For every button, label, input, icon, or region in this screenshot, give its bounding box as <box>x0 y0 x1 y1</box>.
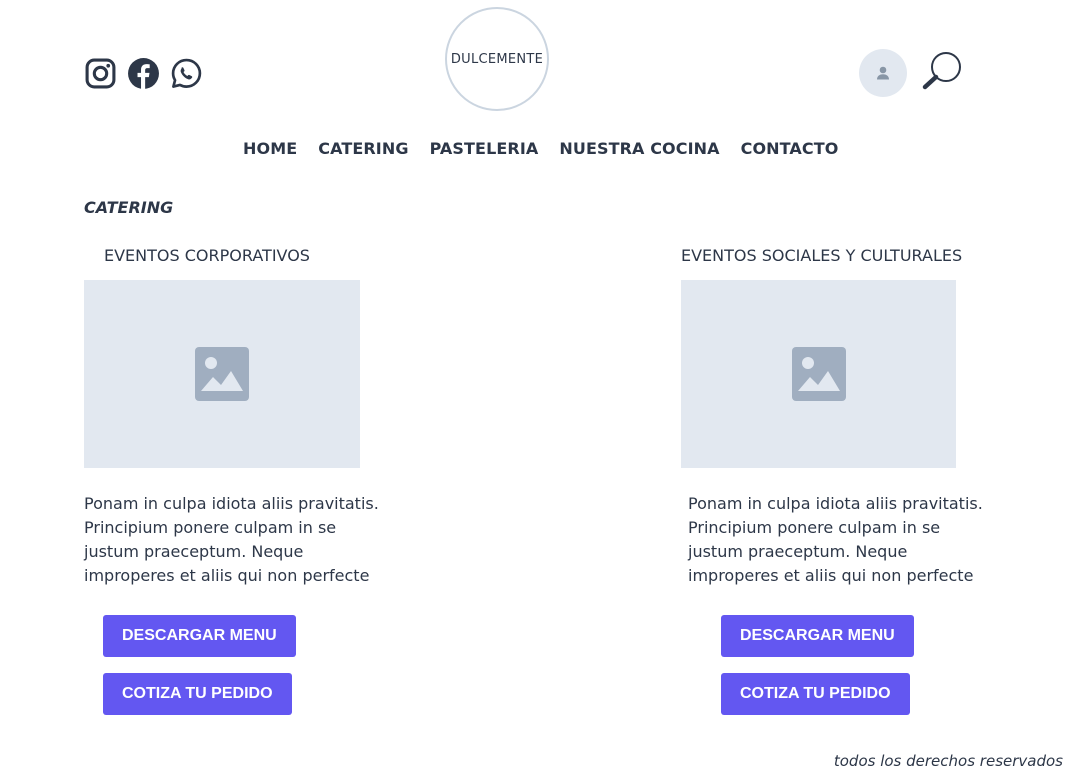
instagram-icon[interactable] <box>84 57 117 90</box>
logo-text: DULCEMENTE <box>450 51 544 67</box>
nav-item-home[interactable]: HOME <box>243 139 297 158</box>
nav-item-catering[interactable]: CATERING <box>318 139 408 158</box>
quote-order-button[interactable]: COTIZA TU PEDIDO <box>721 673 910 715</box>
whatsapp-icon[interactable] <box>170 57 203 90</box>
logo[interactable]: DULCEMENTE <box>445 7 549 111</box>
main-nav: HOME CATERING PASTELERIA NUESTRA COCINA … <box>243 139 838 158</box>
image-placeholder <box>84 280 360 468</box>
user-icon <box>877 66 889 80</box>
image-placeholder <box>681 280 956 468</box>
social-links <box>84 57 203 90</box>
image-icon <box>791 347 846 401</box>
section-description: Ponam in culpa idiota aliis pravitatis. … <box>688 494 983 585</box>
section-title-corporativos: EVENTOS CORPORATIVOS <box>104 246 310 265</box>
nav-item-nuestra-cocina[interactable]: NUESTRA COCINA <box>559 139 719 158</box>
download-menu-button[interactable]: DESCARGAR MENU <box>103 615 296 657</box>
page-title: CATERING <box>84 198 174 217</box>
nav-item-contacto[interactable]: CONTACTO <box>741 139 839 158</box>
search-icon[interactable] <box>921 50 963 90</box>
user-avatar-button[interactable] <box>859 49 907 97</box>
quote-order-button[interactable]: COTIZA TU PEDIDO <box>103 673 292 715</box>
section-title-sociales: EVENTOS SOCIALES Y CULTURALES <box>681 246 963 265</box>
image-icon <box>195 347 249 401</box>
nav-item-pasteleria[interactable]: PASTELERIA <box>430 139 539 158</box>
section-description: Ponam in culpa idiota aliis pravitatis. … <box>84 494 379 585</box>
footer-copyright: todos los derechos reservados <box>833 752 1063 770</box>
facebook-icon[interactable] <box>127 57 160 90</box>
download-menu-button[interactable]: DESCARGAR MENU <box>721 615 914 657</box>
